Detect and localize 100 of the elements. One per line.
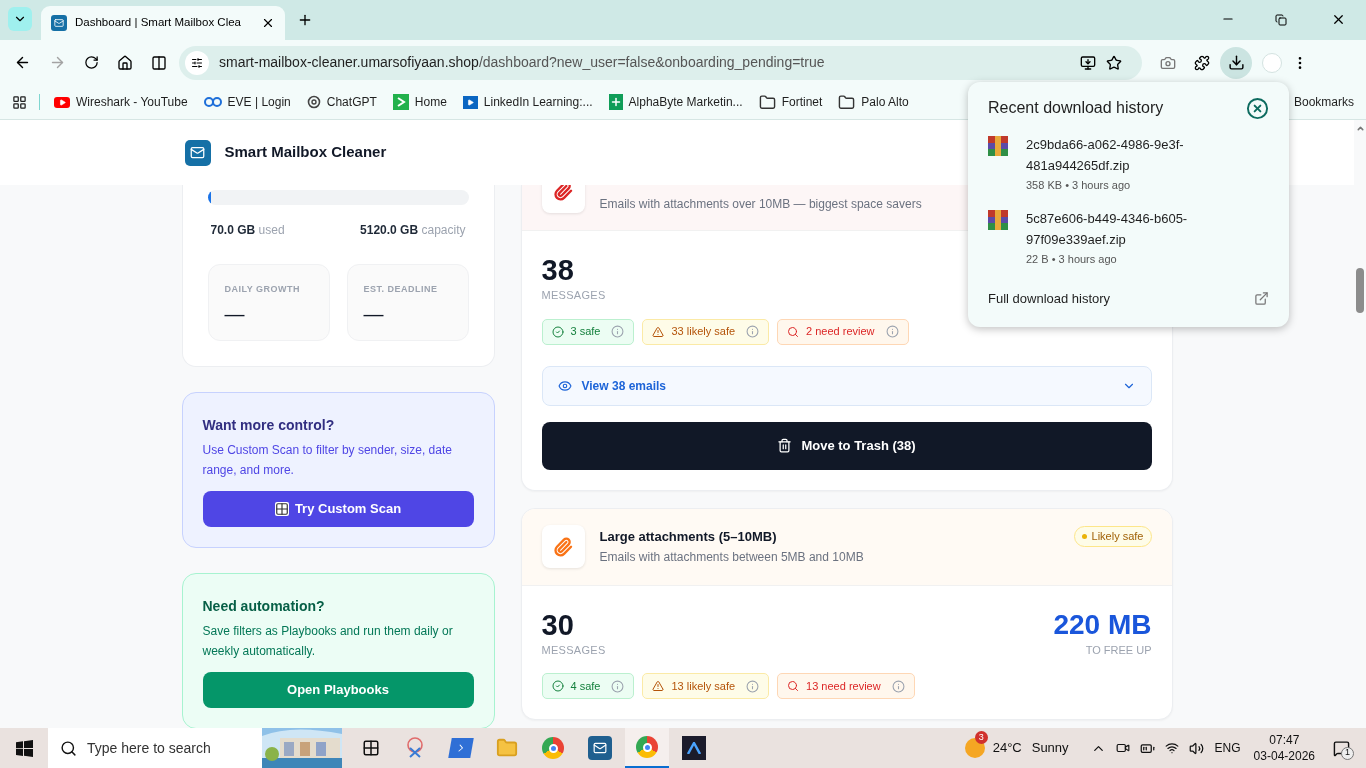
browser-tab[interactable]: Dashboard | Smart Mailbox Clea [41,6,285,40]
bookmark-item[interactable]: Home [392,93,447,111]
bookmark-item[interactable]: Bookmarks [1293,93,1354,111]
wifi-icon[interactable] [1164,741,1179,755]
mail-icon [51,15,67,31]
popup-title: Recent download history [988,98,1164,118]
restore-icon[interactable] [1275,14,1287,26]
download-icon[interactable] [1220,46,1252,79]
logo-icon [184,139,211,166]
external-link-icon[interactable] [1254,291,1269,307]
terminal-icon[interactable] [448,738,474,758]
chip-label: 13 likely safe [671,678,736,694]
mail-icon[interactable] [588,736,612,760]
language-indicator[interactable]: ENG [1214,739,1241,757]
warning-icon [652,680,665,692]
bookmark-item[interactable]: Palo Alto [838,93,909,111]
chip-label: 3 safe [570,324,601,340]
chrome-icon[interactable] [542,737,564,759]
split-view-icon[interactable] [151,54,167,71]
grid-icon [274,502,289,516]
promo-button[interactable]: Try Custom Scan [202,491,474,527]
category-description: Emails with attachments over 10MB — biggest space savers [599,196,922,213]
search-icon [60,739,77,757]
warning-icon [652,325,665,338]
bookmark-star-icon[interactable] [1106,54,1122,71]
bookmark-item[interactable]: LinkedIn Learning:... [462,93,593,111]
stat-value: — [363,301,385,327]
trash-icon [777,438,793,453]
weather-condition[interactable]: Sunny [1031,738,1069,758]
check-circle-icon [551,680,564,692]
apps-icon[interactable] [12,94,27,110]
taskbar-search-field[interactable]: Type here to search [48,728,342,768]
scroll-thumb[interactable] [1356,268,1364,313]
bookmark-item[interactable]: Fortinet [758,93,823,111]
new-tab-icon[interactable] [297,12,313,28]
file-meta: 22 B • 3 hours ago [1026,251,1118,267]
stat-label: EST. DEADLINE [363,283,439,296]
move-to-trash-button[interactable]: Move to Trash (38) [541,421,1152,470]
view-emails-toggle[interactable]: View 38 emails [541,365,1152,406]
storage-capacity: 5120.0 GB capacity [360,222,466,239]
file-meta: 358 KB • 3 hours ago [1026,178,1132,193]
size-value: 220 MB [1053,607,1152,642]
bookmark-item[interactable]: Wireshark - YouTube [54,93,188,111]
archive-icon [988,136,1008,156]
category-description: Emails with attachments between 5MB and 10MB [599,549,864,567]
brand-name: Smart Mailbox Cleaner [224,142,387,163]
promo-text: Save filters as Playbooks and run them daily or weekly automatically. [202,623,454,660]
url-text: smart-mailbox-cleaner.umarsofiyaan.shop/dashboard?new_user=false&onboarding_pending=true [219,53,826,72]
promo-title: Want more control? [202,416,336,435]
bookmark-item[interactable]: AlphaByte Marketin... [608,93,743,111]
used-storage: 70.0 GB used [210,222,285,239]
volume-icon[interactable] [1188,740,1204,756]
search-placeholder: Type here to search [87,738,212,758]
chrome-icon[interactable] [625,728,669,768]
reload-icon[interactable] [84,55,99,70]
app-icon[interactable] [682,736,706,760]
tab-search-button[interactable] [8,7,32,31]
promo-title: Need automation? [202,597,326,616]
site-info-icon[interactable] [185,50,209,75]
promo-button[interactable]: Open Playbooks [202,672,474,708]
close-window-icon[interactable] [1331,12,1346,27]
category-title: Large attachments (5–10MB) [599,527,778,546]
folder-icon [838,93,856,111]
weather-icon[interactable] [964,738,985,758]
file-name: 2c9bda66-a062-4986-9e3f-481a944265df.zip [1026,136,1185,175]
address-bar[interactable]: smart-mailbox-cleaner.umarsofiyaan.shop/dashboard?new_user=false&onboarding_pending=true [179,45,1142,80]
eye-icon [557,378,572,393]
promo-text: Use Custom Scan to filter by sender, size, date range, and more. [202,442,453,479]
notification-count: 1 [1341,746,1354,760]
download-item[interactable]: 2c9bda66-a062-4986-9e3f-481a944265df.zip 358 KB • 3 hours ago [988,134,1269,194]
windows-logo-icon[interactable] [16,739,33,757]
close-icon[interactable] [261,16,275,30]
temperature[interactable]: 24°C [992,738,1022,758]
weather-badge: 3 [974,731,988,744]
back-icon[interactable] [14,54,31,71]
safety-badge: Likely safe [1073,525,1152,547]
check-circle-icon [551,325,564,338]
close-icon[interactable] [1246,96,1269,120]
install-icon[interactable] [1080,54,1096,71]
scroll-up-icon[interactable] [1355,124,1365,133]
search-icon [787,325,800,338]
clock-date[interactable]: 03-04-2026 [1253,748,1315,764]
clock-time[interactable]: 07:47 [1269,732,1300,748]
full-history-link[interactable]: Full download history [988,289,1111,309]
chip-label: 2 need review [806,324,875,340]
bookmark-item[interactable]: EVE | Login [203,93,291,111]
home-icon[interactable] [117,54,133,71]
count-label: MESSAGES [541,642,606,658]
stat-label: DAILY GROWTH [224,283,301,296]
chip-label: 4 safe [570,678,601,694]
download-item[interactable]: 5c87e606-b449-4346-b605-97f09e339aef.zip 22 B • 3 hours ago [988,207,1269,267]
chevron-icon [392,94,409,110]
extensions-icon[interactable] [1194,54,1210,71]
task-view-icon[interactable] [362,739,380,757]
chip-label: 13 need review [806,678,881,694]
bookmark-item[interactable]: ChatGPT [306,93,377,111]
plus-icon [608,94,623,110]
chip-label: 33 likely safe [671,324,736,340]
camera-icon[interactable] [1115,741,1130,755]
link-icon [203,97,222,107]
